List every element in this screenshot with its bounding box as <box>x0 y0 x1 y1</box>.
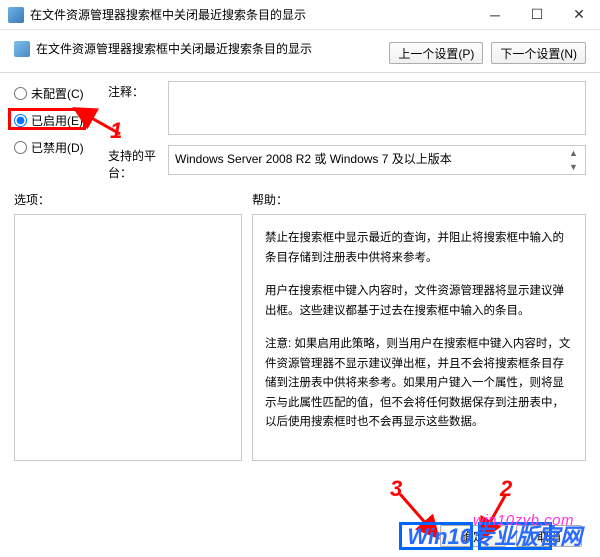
maximize-button[interactable]: ☐ <box>516 0 558 30</box>
next-setting-button[interactable]: 下一个设置(N) <box>491 42 586 64</box>
not-configured-radio[interactable] <box>14 87 27 100</box>
scroll-down-icon: ▼ <box>569 162 583 172</box>
not-configured-label: 未配置(C) <box>31 85 84 102</box>
scroll-up-icon: ▲ <box>569 148 583 158</box>
watermark-brand: Win10专业版官网 <box>407 519 582 551</box>
options-panel <box>14 214 242 461</box>
help-panel: 禁止在搜索框中显示最近的查询，并阻止将搜索框中输入的条目存储到注册表中供将来参考… <box>252 214 586 461</box>
window-title: 在文件资源管理器搜索框中关闭最近搜索条目的显示 <box>30 6 474 23</box>
supported-label: 支持的平台： <box>108 145 168 181</box>
divider <box>0 72 600 73</box>
supported-platforms-text: Windows Server 2008 R2 或 Windows 7 及以上版本 <box>175 150 452 167</box>
annotation-highlight-enabled <box>8 108 86 130</box>
close-button[interactable]: ✕ <box>558 0 600 30</box>
comment-textarea[interactable] <box>168 81 586 135</box>
annotation-arrow-1 <box>82 112 126 143</box>
help-label: 帮助： <box>252 191 586 208</box>
comment-label: 注释： <box>108 81 168 100</box>
help-paragraph: 注意: 如果启用此策略，则当用户在搜索框中键入内容时，文件资源管理器不显示建议弹… <box>265 335 573 433</box>
policy-icon <box>14 41 30 57</box>
help-paragraph: 用户在搜索框中键入内容时，文件资源管理器将显示建议弹出框。这些建议都基于过去在搜… <box>265 282 573 321</box>
disabled-label: 已禁用(D) <box>31 139 84 156</box>
supported-scrollbar[interactable]: ▲ ▼ <box>569 148 583 172</box>
policy-title: 在文件资源管理器搜索框中关闭最近搜索条目的显示 <box>36 40 312 57</box>
help-paragraph: 禁止在搜索框中显示最近的查询，并阻止将搜索框中输入的条目存储到注册表中供将来参考… <box>265 229 573 268</box>
options-label: 选项： <box>14 191 242 208</box>
disabled-radio[interactable] <box>14 141 27 154</box>
app-icon <box>8 7 24 23</box>
minimize-button[interactable]: ─ <box>474 0 516 30</box>
supported-platforms-box: Windows Server 2008 R2 或 Windows 7 及以上版本… <box>168 145 586 175</box>
previous-setting-button[interactable]: 上一个设置(P) <box>389 42 483 64</box>
